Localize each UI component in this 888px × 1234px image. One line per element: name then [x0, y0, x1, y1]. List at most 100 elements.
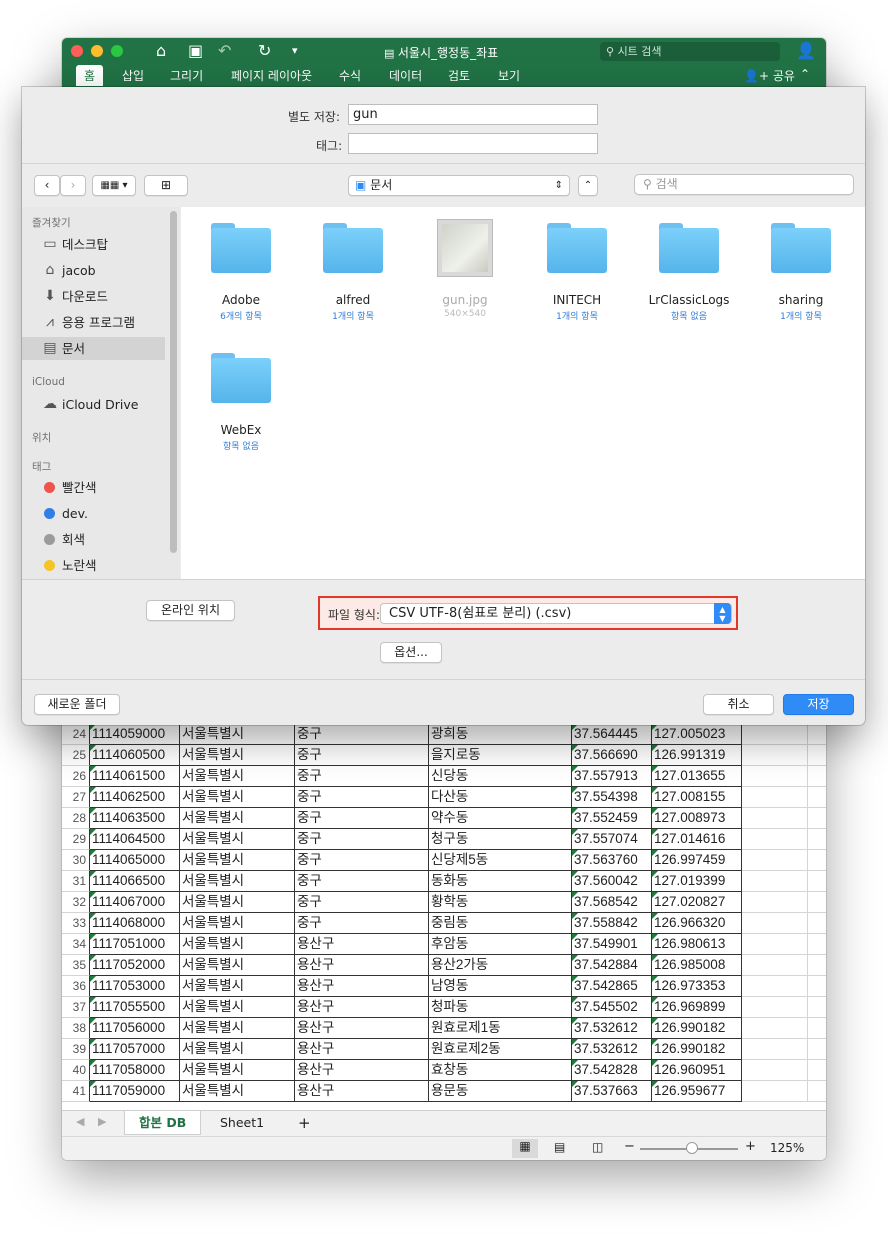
cell-city[interactable]: 서울특별시	[180, 1018, 295, 1039]
sidebar-tag-yellow[interactable]: 노란색	[22, 554, 165, 577]
zoom-in-icon[interactable]: +	[745, 1139, 756, 1154]
cell-city[interactable]: 서울특별시	[180, 955, 295, 976]
customize-toolbar-icon[interactable]: ▾	[292, 42, 298, 60]
cell-code[interactable]: 1114061500	[90, 766, 180, 787]
cell-code[interactable]: 1114064500	[90, 829, 180, 850]
zoom-level[interactable]: 125%	[770, 1141, 804, 1155]
account-icon[interactable]: 👤	[796, 42, 816, 60]
minimize-window-button[interactable]	[91, 45, 103, 57]
cell-longitude[interactable]: 126.959677	[652, 1081, 742, 1102]
row-number[interactable]: 34	[62, 934, 90, 955]
cell-dong[interactable]: 약수동	[429, 808, 572, 829]
cell-dong[interactable]: 황학동	[429, 892, 572, 913]
cell-latitude[interactable]: 37.549901	[572, 934, 652, 955]
cell-longitude[interactable]: 127.014616	[652, 829, 742, 850]
cell-code[interactable]: 1117051000	[90, 934, 180, 955]
cell-code[interactable]: 1114062500	[90, 787, 180, 808]
folder-adobe[interactable]: Adobe 6개의 항목	[185, 223, 297, 322]
cell-longitude[interactable]: 127.019399	[652, 871, 742, 892]
sheet-tab-merged-db[interactable]: 합본 DB	[124, 1111, 202, 1135]
cell-empty-h[interactable]	[742, 955, 808, 976]
cell-dong[interactable]: 광희동	[429, 724, 572, 745]
page-break-view-icon[interactable]: ◫	[592, 1140, 603, 1154]
undo-icon[interactable]: ↶	[218, 42, 231, 60]
cell-district[interactable]: 용산구	[295, 955, 429, 976]
cell-empty-i[interactable]	[808, 787, 826, 808]
cell-district[interactable]: 중구	[295, 724, 429, 745]
cell-district[interactable]: 중구	[295, 829, 429, 850]
ribbon-tab-review[interactable]: 검토	[448, 67, 470, 84]
cell-city[interactable]: 서울특별시	[180, 829, 295, 850]
folder-initech[interactable]: INITECH 1개의 항목	[521, 223, 633, 322]
sidebar-item-icloud-drive[interactable]: ☁ iCloud Drive	[22, 393, 165, 416]
row-number[interactable]: 37	[62, 997, 90, 1018]
cell-district[interactable]: 중구	[295, 787, 429, 808]
online-locations-button[interactable]: 온라인 위치	[146, 600, 235, 621]
row-number[interactable]: 35	[62, 955, 90, 976]
cell-code[interactable]: 1114060500	[90, 745, 180, 766]
cell-longitude[interactable]: 127.008155	[652, 787, 742, 808]
row-number[interactable]: 31	[62, 871, 90, 892]
cell-empty-i[interactable]	[808, 1060, 826, 1081]
cell-empty-h[interactable]	[742, 745, 808, 766]
cell-latitude[interactable]: 37.542865	[572, 976, 652, 997]
cell-latitude[interactable]: 37.532612	[572, 1039, 652, 1060]
cell-city[interactable]: 서울특별시	[180, 997, 295, 1018]
cell-latitude[interactable]: 37.557074	[572, 829, 652, 850]
cell-longitude[interactable]: 126.990182	[652, 1039, 742, 1060]
next-sheet-icon[interactable]: ▶	[98, 1115, 106, 1128]
normal-view-icon[interactable]: ▦	[512, 1139, 538, 1158]
add-sheet-button[interactable]: +	[284, 1111, 325, 1135]
cell-empty-i[interactable]	[808, 724, 826, 745]
cell-latitude[interactable]: 37.558842	[572, 913, 652, 934]
file-gun-jpg[interactable]: gun.jpg 540×540	[409, 219, 521, 319]
cell-latitude[interactable]: 37.537663	[572, 1081, 652, 1102]
cell-latitude[interactable]: 37.563760	[572, 850, 652, 871]
cell-latitude[interactable]: 37.564445	[572, 724, 652, 745]
cell-dong[interactable]: 을지로동	[429, 745, 572, 766]
row-number[interactable]: 41	[62, 1081, 90, 1102]
sidebar-item-documents[interactable]: ▤ 문서	[22, 337, 165, 360]
cell-empty-h[interactable]	[742, 997, 808, 1018]
row-number[interactable]: 26	[62, 766, 90, 787]
cell-code[interactable]: 1117053000	[90, 976, 180, 997]
cell-code[interactable]: 1117059000	[90, 1081, 180, 1102]
folder-webex[interactable]: WebEx 항목 없음	[185, 353, 297, 452]
cell-dong[interactable]: 청파동	[429, 997, 572, 1018]
cell-empty-i[interactable]	[808, 997, 826, 1018]
cell-latitude[interactable]: 37.568542	[572, 892, 652, 913]
location-popup[interactable]: ▣ 문서 ⇕	[348, 175, 570, 196]
cell-empty-h[interactable]	[742, 787, 808, 808]
cell-empty-i[interactable]	[808, 976, 826, 997]
cell-empty-h[interactable]	[742, 1018, 808, 1039]
cell-city[interactable]: 서울특별시	[180, 787, 295, 808]
cell-city[interactable]: 서울특별시	[180, 766, 295, 787]
cell-district[interactable]: 용산구	[295, 997, 429, 1018]
sheet-tab-sheet1[interactable]: Sheet1	[206, 1111, 278, 1135]
cell-empty-i[interactable]	[808, 934, 826, 955]
cell-longitude[interactable]: 126.997459	[652, 850, 742, 871]
cell-longitude[interactable]: 126.985008	[652, 955, 742, 976]
cell-empty-i[interactable]	[808, 766, 826, 787]
folder-alfred[interactable]: alfred 1개의 항목	[297, 223, 409, 322]
cell-latitude[interactable]: 37.566690	[572, 745, 652, 766]
save-icon[interactable]: ▣	[188, 42, 203, 60]
cell-empty-i[interactable]	[808, 829, 826, 850]
cell-empty-i[interactable]	[808, 913, 826, 934]
cell-empty-i[interactable]	[808, 955, 826, 976]
cancel-button[interactable]: 취소	[703, 694, 774, 715]
sidebar-item-home[interactable]: ⌂ jacob	[22, 259, 165, 282]
cell-longitude[interactable]: 126.973353	[652, 976, 742, 997]
cell-district[interactable]: 중구	[295, 850, 429, 871]
cell-empty-i[interactable]	[808, 871, 826, 892]
zoom-window-button[interactable]	[111, 45, 123, 57]
forward-button[interactable]: ›	[60, 175, 86, 196]
cell-city[interactable]: 서울특별시	[180, 1081, 295, 1102]
new-folder-button[interactable]: 새로운 폴더	[34, 694, 120, 715]
cell-longitude[interactable]: 126.960951	[652, 1060, 742, 1081]
tags-input[interactable]	[348, 133, 598, 154]
cell-empty-i[interactable]	[808, 1018, 826, 1039]
cell-empty-h[interactable]	[742, 829, 808, 850]
ribbon-tab-view[interactable]: 보기	[498, 67, 520, 84]
row-number[interactable]: 32	[62, 892, 90, 913]
